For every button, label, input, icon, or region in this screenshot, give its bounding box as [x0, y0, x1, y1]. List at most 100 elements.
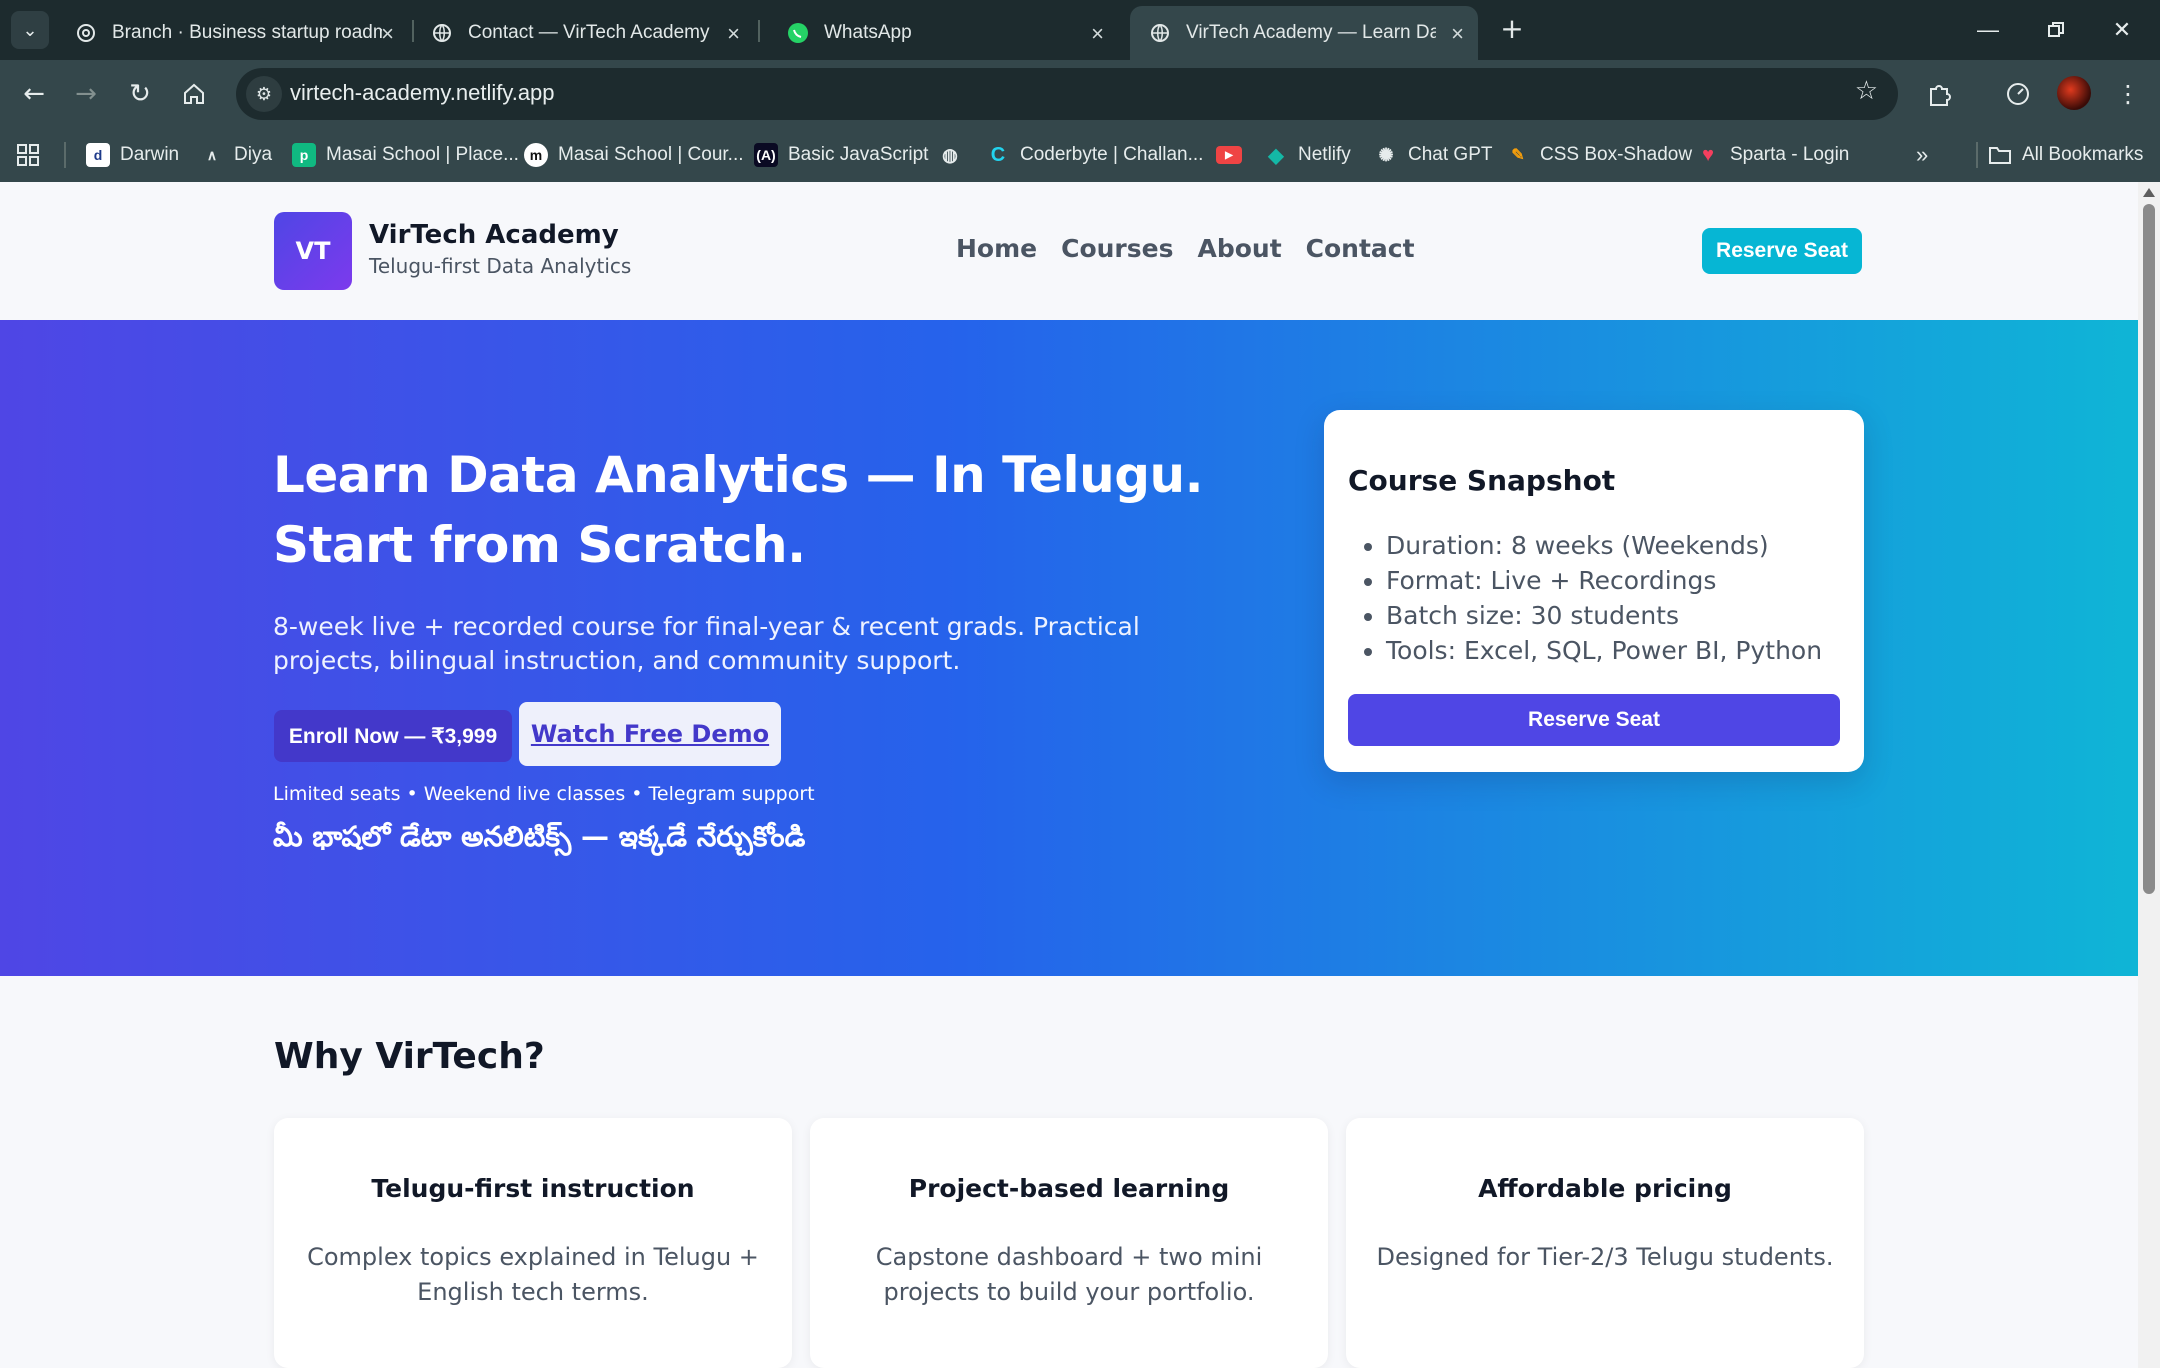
- masai-m-icon: m: [524, 143, 548, 167]
- close-icon[interactable]: ×: [1091, 21, 1104, 47]
- back-button[interactable]: ←: [12, 72, 56, 116]
- tab-search-button[interactable]: ⌄: [11, 11, 49, 49]
- extensions-button[interactable]: [1918, 72, 1962, 116]
- performance-button[interactable]: [1996, 72, 2040, 116]
- reload-icon: ↻: [129, 79, 151, 109]
- main-nav: Home Courses About Contact: [956, 234, 1439, 263]
- list-item: Duration: 8 weeks (Weekends): [1386, 528, 1822, 563]
- reload-button[interactable]: ↻: [118, 72, 162, 116]
- nav-courses[interactable]: Courses: [1061, 234, 1173, 263]
- home-button[interactable]: [172, 72, 216, 116]
- scrollbar-thumb[interactable]: [2143, 204, 2155, 894]
- url-text[interactable]: virtech-academy.netlify.app: [290, 80, 555, 106]
- masai-p-icon: p: [292, 143, 316, 167]
- fcc-icon: (A): [754, 143, 778, 167]
- bookmark-sparta[interactable]: ♥ Sparta - Login: [1696, 140, 1849, 170]
- nav-home[interactable]: Home: [956, 234, 1037, 263]
- bookmark-masai-course[interactable]: m Masai School | Cour...: [524, 140, 744, 170]
- restore-button[interactable]: [2028, 8, 2084, 52]
- close-icon[interactable]: ×: [727, 21, 740, 47]
- feature-text: Capstone dashboard + two mini projects t…: [875, 1243, 1263, 1306]
- coderbyte-icon: C: [990, 143, 1006, 166]
- bookmark-youtube[interactable]: ▶: [1216, 140, 1252, 170]
- hero-title: Learn Data Analytics — In Telugu. Start …: [273, 446, 1204, 574]
- hero-section: Learn Data Analytics — In Telugu. Start …: [0, 320, 2138, 976]
- tab-title: Contact — VirTech Academy: [468, 22, 710, 43]
- chevron-double-right-icon: »: [1916, 142, 1929, 167]
- page-scrollbar[interactable]: [2138, 182, 2160, 1368]
- speedometer-icon: [2007, 83, 2029, 105]
- reserve-seat-header-button[interactable]: Reserve Seat: [1702, 228, 1862, 274]
- logo[interactable]: VT: [274, 212, 352, 290]
- reserve-seat-card-button[interactable]: Reserve Seat: [1348, 694, 1840, 746]
- globe-icon: [1148, 21, 1172, 45]
- minimize-button[interactable]: —: [1960, 8, 2016, 52]
- chevron-down-icon: ⌄: [22, 19, 38, 41]
- minimize-icon: —: [1977, 17, 1999, 42]
- bookmark-chatgpt[interactable]: ✺ Chat GPT: [1374, 140, 1492, 170]
- bookmark-masai-place[interactable]: p Masai School | Place...: [292, 140, 519, 170]
- tab-branch[interactable]: Branch · Business startup roadm ×: [56, 6, 408, 60]
- site-info-icon[interactable]: ⚙: [246, 76, 282, 112]
- close-icon[interactable]: ×: [381, 21, 394, 47]
- arrow-left-icon: ←: [23, 79, 45, 109]
- browser-menu-button[interactable]: ⋮: [2106, 72, 2150, 116]
- bookmark-netlify[interactable]: ◆ Netlify: [1264, 140, 1351, 170]
- netlify-icon: ◆: [1268, 144, 1284, 167]
- bookmark-label: Diya: [234, 144, 273, 165]
- tab-title: WhatsApp: [824, 22, 912, 43]
- bookmark-label: Netlify: [1298, 144, 1351, 165]
- page-viewport: VT VirTech Academy Telugu-first Data Ana…: [0, 182, 2160, 1368]
- bookmark-label: Chat GPT: [1408, 144, 1493, 165]
- watch-demo-button[interactable]: Watch Free Demo: [519, 702, 781, 766]
- bookmark-box-shadow[interactable]: ✎ CSS Box-Shadow: [1506, 140, 1692, 170]
- restore-icon: [2048, 22, 2064, 37]
- enroll-now-button[interactable]: Enroll Now — ₹3,999: [274, 710, 512, 762]
- folder-icon: [1988, 143, 2012, 167]
- tab-whatsapp[interactable]: WhatsApp ×: [768, 6, 1118, 60]
- tab-title: Branch · Business startup roadm: [112, 22, 382, 43]
- nav-contact[interactable]: Contact: [1306, 234, 1415, 263]
- all-bookmarks-label: All Bookmarks: [2022, 144, 2144, 165]
- bookmark-label: Sparta - Login: [1730, 144, 1850, 165]
- bookmark-diya[interactable]: ∧ Diya: [200, 140, 272, 170]
- bookmark-basic-js[interactable]: (A) Basic JavaScript: [754, 140, 928, 170]
- profile-avatar[interactable]: [2057, 76, 2091, 110]
- more-bookmarks-button[interactable]: »: [1916, 140, 1928, 170]
- youtube-icon: ▶: [1216, 146, 1242, 164]
- all-bookmarks-button[interactable]: All Bookmarks: [1988, 140, 2143, 170]
- feature-title: Affordable pricing: [1478, 1174, 1732, 1203]
- tab-title: VirTech Academy — Learn Data: [1186, 22, 1436, 43]
- bookmark-coderbyte[interactable]: C Coderbyte | Challan...: [986, 140, 1204, 170]
- feature-title: Project-based learning: [908, 1174, 1230, 1203]
- kebab-menu-icon: ⋮: [2116, 80, 2140, 108]
- bookmark-star-icon[interactable]: ☆: [1855, 76, 1878, 106]
- openai-icon: [74, 21, 98, 45]
- close-icon[interactable]: ×: [1451, 21, 1464, 47]
- course-snapshot-card: Course Snapshot Duration: 8 weeks (Weeke…: [1324, 410, 1864, 772]
- heart-icon: ♥: [1702, 143, 1714, 166]
- boxshadow-icon: ✎: [1511, 147, 1525, 164]
- tab-virtech-active[interactable]: VirTech Academy — Learn Data ×: [1130, 6, 1478, 60]
- nav-about[interactable]: About: [1197, 234, 1281, 263]
- globe-icon: ◍: [942, 144, 958, 165]
- bookmark-globe[interactable]: ◍: [938, 140, 972, 170]
- tab-strip: ⌄ Branch · Business startup roadm × Cont…: [0, 0, 2160, 60]
- tab-contact[interactable]: Contact — VirTech Academy ×: [412, 6, 754, 60]
- why-section-title: Why VirTech?: [274, 1036, 545, 1077]
- brand-name: VirTech Academy: [369, 220, 619, 250]
- address-bar[interactable]: ⚙ virtech-academy.netlify.app ☆: [236, 68, 1898, 120]
- close-window-button[interactable]: ✕: [2094, 8, 2150, 52]
- scroll-up-arrow-icon[interactable]: [2143, 188, 2155, 197]
- bookmark-label: Coderbyte | Challan...: [1020, 144, 1204, 165]
- feature-text: Complex topics explained in Telugu + Eng…: [307, 1243, 759, 1306]
- browser-toolbar: ← → ↻ ⚙ virtech-academy.netlify.app ☆ ⋮: [0, 60, 2160, 128]
- close-icon: ✕: [2112, 17, 2132, 42]
- tab-separator: [758, 20, 760, 42]
- apps-button[interactable]: [16, 140, 40, 170]
- forward-button[interactable]: →: [64, 72, 108, 116]
- new-tab-button[interactable]: +: [1494, 10, 1530, 46]
- arrow-right-icon: →: [75, 79, 97, 109]
- hero-subtitle: 8-week live + recorded course for final-…: [273, 612, 1140, 675]
- bookmark-darwin[interactable]: d Darwin: [86, 140, 179, 170]
